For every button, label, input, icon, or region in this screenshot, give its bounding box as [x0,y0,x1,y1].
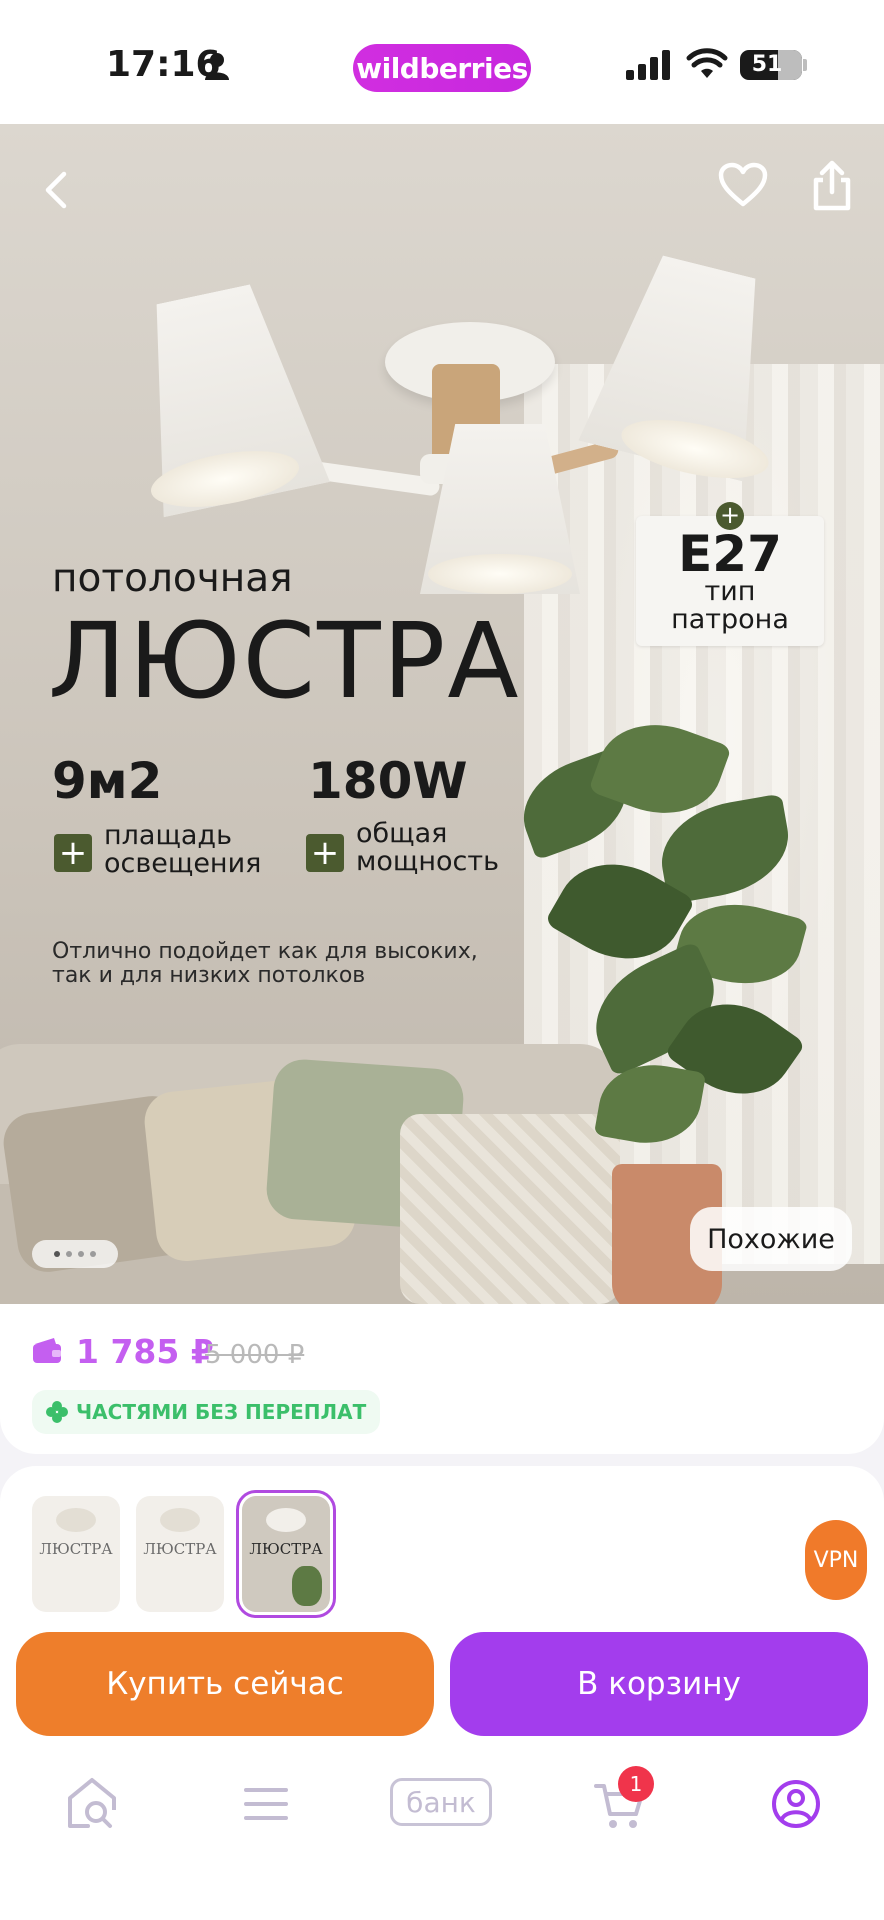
thumbnail-selected[interactable]: ЛЮСТРА [236,1490,336,1618]
battery-level: 51 [751,52,783,77]
cellular-signal-icon [626,50,670,80]
hero-description: Отлично подойдет как для высоких, так и д… [52,939,478,988]
bank-tab[interactable]: банк [390,1778,492,1826]
plus-icon: + [716,502,744,530]
slide-dot [54,1251,60,1257]
vpn-button[interactable]: VPN [805,1520,867,1600]
buy-now-button[interactable]: Купить сейчас [16,1632,434,1736]
wifi-icon [686,48,728,78]
stat-power-value: 180W [308,752,468,810]
slide-dot [78,1251,84,1257]
slide-indicator [32,1240,118,1268]
plus-icon: + [306,834,344,872]
battery-tip [803,59,807,71]
installment-label: ЧАСТЯМИ БЕЗ ПЕРЕПЛАТ [76,1400,367,1424]
profile-icon[interactable] [766,1774,826,1834]
old-price: 5 000 ₽ [205,1340,305,1370]
socket-type-card: E27 тип патрона [636,516,824,646]
tab-bar [0,1738,884,1920]
hero-subtitle: потолочная [52,556,293,601]
back-icon[interactable] [38,170,78,210]
stat-area-label: плащадь освещения [104,820,262,879]
installment-badge[interactable]: ЧАСТЯМИ БЕЗ ПЕРЕПЛАТ [32,1390,381,1434]
person-icon [205,53,229,80]
cart-badge: 1 [618,1766,654,1802]
add-to-cart-button[interactable]: В корзину [450,1632,868,1736]
current-price: 1 785 ₽ [76,1332,214,1371]
wallet-icon [33,1338,61,1363]
slide-dot [66,1251,72,1257]
stat-power-label: общая мощность [356,818,499,877]
slide-dot [90,1251,96,1257]
share-icon[interactable] [808,160,856,212]
thumbnail[interactable]: ЛЮСТРА [32,1496,120,1612]
plus-icon: + [54,834,92,872]
thumbnail[interactable]: ЛЮСТРА [136,1496,224,1612]
similar-button[interactable]: Похожие [690,1207,852,1271]
home-search-icon[interactable] [62,1774,122,1834]
brand-logo: wildberries [353,44,531,92]
clover-icon [46,1401,68,1423]
menu-icon[interactable] [236,1774,296,1834]
stat-area-value: 9м2 [52,752,163,810]
hero-title: ЛЮСТРА [48,600,521,722]
heart-icon[interactable] [718,162,768,208]
battery-icon: 51 [740,50,802,80]
